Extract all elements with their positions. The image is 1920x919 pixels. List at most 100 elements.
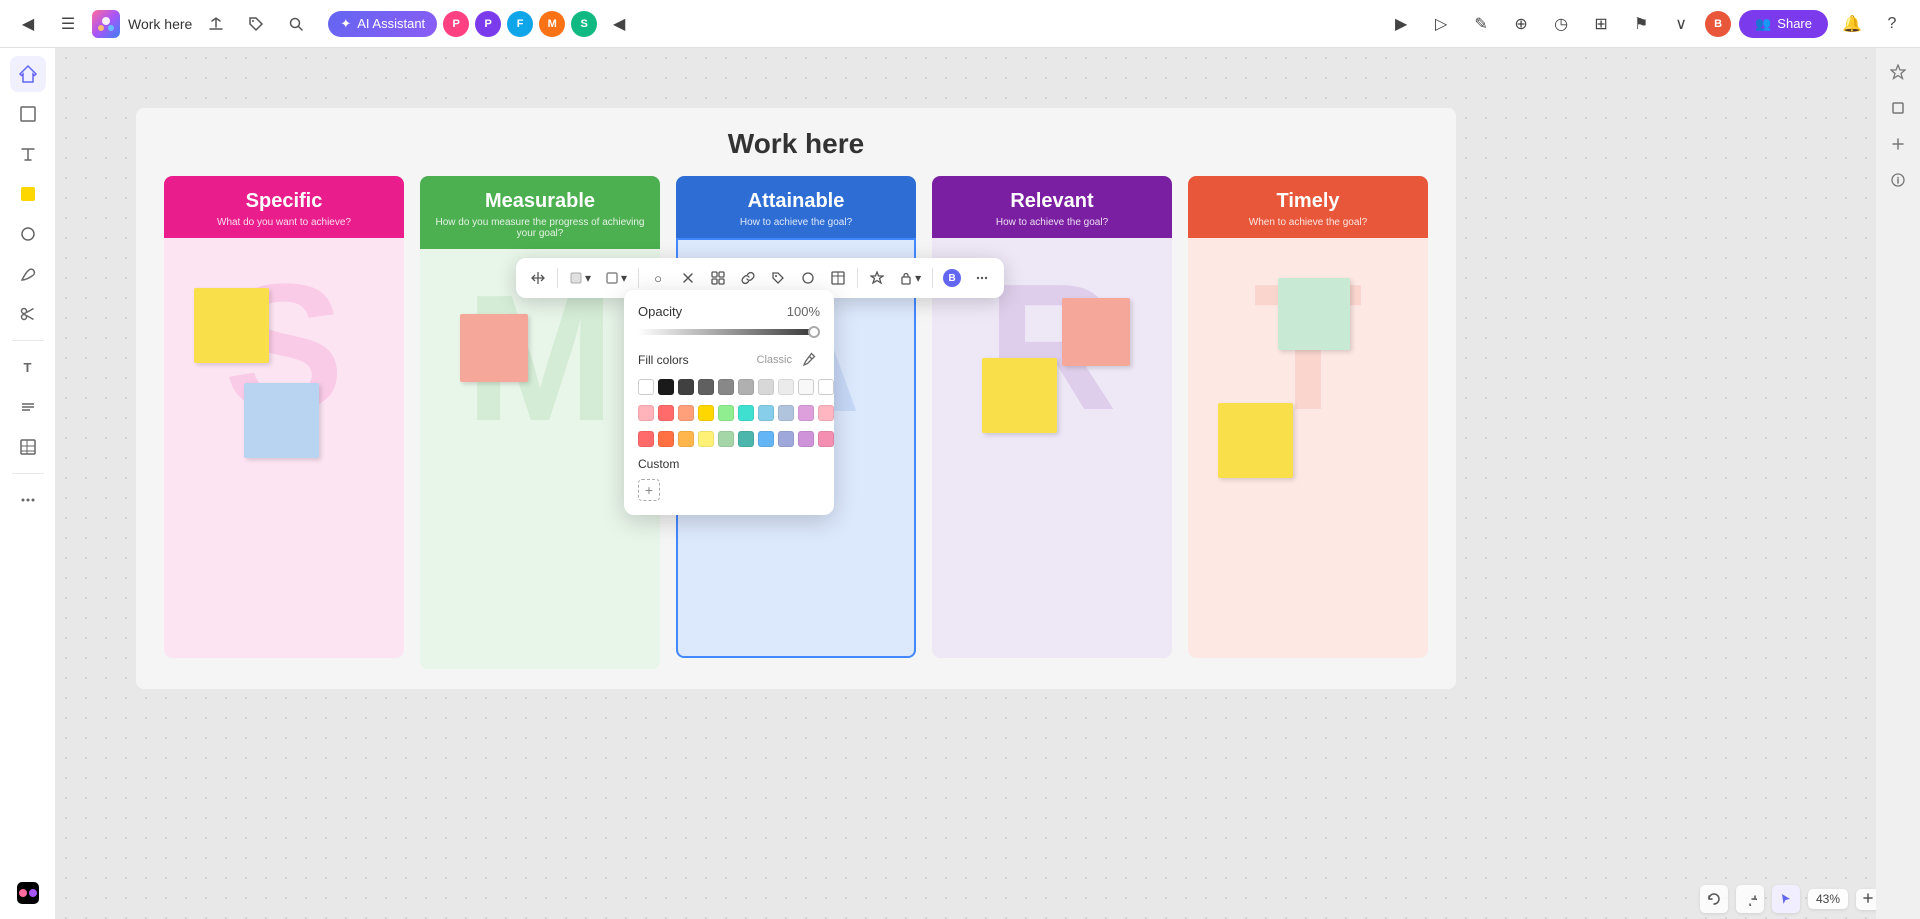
col-body-specific[interactable]: S <box>164 238 404 658</box>
color-swatch[interactable] <box>638 405 654 421</box>
right-icon-info[interactable] <box>1882 164 1914 196</box>
color-swatch[interactable] <box>758 405 774 421</box>
color-swatch[interactable] <box>698 405 714 421</box>
color-swatch[interactable] <box>818 379 834 395</box>
expand-button[interactable]: ▶ <box>1385 8 1417 40</box>
edit-button[interactable]: ✎ <box>1465 8 1497 40</box>
notifications-button[interactable]: 🔔 <box>1836 8 1868 40</box>
sticky-note[interactable] <box>1218 403 1293 478</box>
chevron-down-button[interactable]: ∨ <box>1665 8 1697 40</box>
col-body-timely[interactable]: T <box>1188 238 1428 658</box>
color-swatch[interactable] <box>818 405 834 421</box>
ft-layout-button[interactable] <box>704 264 732 292</box>
ft-link-button[interactable] <box>734 264 762 292</box>
tab-avatar-2[interactable]: P <box>475 11 501 37</box>
ft-effects-button[interactable] <box>863 264 891 292</box>
ft-lock-dropdown[interactable]: ▾ <box>893 268 927 288</box>
color-swatch[interactable] <box>718 405 734 421</box>
sidebar-item-draw[interactable] <box>10 256 46 292</box>
ft-border-dropdown[interactable]: ▾ <box>599 268 633 288</box>
color-swatch[interactable] <box>678 431 694 447</box>
sticky-note[interactable] <box>194 288 269 363</box>
upload-button[interactable] <box>200 8 232 40</box>
color-swatch[interactable] <box>658 431 674 447</box>
zoom-expand-button[interactable] <box>1856 889 1876 910</box>
color-swatch[interactable] <box>678 405 694 421</box>
sticky-note[interactable] <box>1062 298 1130 366</box>
ai-assistant-button[interactable]: ✦ AI Assistant <box>328 11 437 37</box>
color-swatch[interactable] <box>738 405 754 421</box>
ft-circle-button[interactable]: ○ <box>644 264 672 292</box>
sidebar-item-brand[interactable] <box>10 875 46 911</box>
sticky-note[interactable] <box>1278 278 1350 350</box>
back-button[interactable]: ◀ <box>12 8 44 40</box>
color-swatch[interactable] <box>698 379 714 395</box>
tab-avatar-1[interactable]: P <box>443 11 469 37</box>
play-button[interactable]: ▷ <box>1425 8 1457 40</box>
user-avatar[interactable]: B <box>1705 11 1731 37</box>
color-swatch[interactable] <box>658 379 674 395</box>
sidebar-item-scissors[interactable] <box>10 296 46 332</box>
tag-button[interactable] <box>240 8 272 40</box>
color-swatch[interactable] <box>638 431 654 447</box>
ft-avatar-button[interactable]: B <box>938 264 966 292</box>
color-swatch[interactable] <box>818 431 834 447</box>
color-swatch[interactable] <box>738 431 754 447</box>
tab-avatar-3[interactable]: F <box>507 11 533 37</box>
ft-delete-button[interactable] <box>674 264 702 292</box>
color-swatch[interactable] <box>738 379 754 395</box>
color-swatch[interactable] <box>778 405 794 421</box>
color-swatch[interactable] <box>798 405 814 421</box>
right-icon-frame[interactable] <box>1882 92 1914 124</box>
color-swatch[interactable] <box>658 405 674 421</box>
sidebar-item-list[interactable] <box>10 389 46 425</box>
undo-button[interactable] <box>1700 885 1728 913</box>
share-button[interactable]: 👥 Share <box>1739 10 1828 38</box>
add-custom-color-button[interactable]: + <box>638 479 660 501</box>
sidebar-item-table[interactable] <box>10 429 46 465</box>
add-integration-button[interactable]: ⊕ <box>1505 8 1537 40</box>
ft-fill-dropdown[interactable]: ▾ <box>563 268 597 288</box>
right-icon-effects[interactable] <box>1882 56 1914 88</box>
ft-tag-button[interactable] <box>764 264 792 292</box>
color-swatch[interactable] <box>758 431 774 447</box>
color-swatch[interactable] <box>778 379 794 395</box>
collapse-button[interactable]: ◀ <box>603 8 635 40</box>
color-swatch[interactable] <box>798 379 814 395</box>
tab-avatar-4[interactable]: M <box>539 11 565 37</box>
cursor-button[interactable] <box>1772 885 1800 913</box>
sidebar-item-text[interactable] <box>10 136 46 172</box>
sidebar-item-frame[interactable] <box>10 96 46 132</box>
color-swatch[interactable] <box>718 379 734 395</box>
zoom-display[interactable]: 43% <box>1808 889 1848 909</box>
sidebar-item-text2[interactable]: T <box>10 349 46 385</box>
help-button[interactable]: ? <box>1876 8 1908 40</box>
clock-button[interactable]: ◷ <box>1545 8 1577 40</box>
search-button[interactable] <box>280 8 312 40</box>
col-body-relevant[interactable]: R <box>932 238 1172 658</box>
eyedropper-button[interactable] <box>798 349 820 371</box>
opacity-thumb[interactable] <box>808 326 820 338</box>
flag-button[interactable]: ⚑ <box>1625 8 1657 40</box>
color-swatch[interactable] <box>638 379 654 395</box>
layout-button[interactable]: ⊞ <box>1585 8 1617 40</box>
menu-button[interactable]: ☰ <box>52 8 84 40</box>
ft-move-button[interactable] <box>524 264 552 292</box>
sidebar-item-sticky[interactable] <box>10 176 46 212</box>
ft-more-button[interactable] <box>968 264 996 292</box>
tab-avatar-5[interactable]: S <box>571 11 597 37</box>
color-swatch[interactable] <box>798 431 814 447</box>
sticky-note[interactable] <box>982 358 1057 433</box>
color-swatch[interactable] <box>678 379 694 395</box>
color-swatch[interactable] <box>758 379 774 395</box>
sidebar-item-shapes[interactable] <box>10 216 46 252</box>
color-swatch[interactable] <box>778 431 794 447</box>
sidebar-item-home[interactable] <box>10 56 46 92</box>
sticky-note[interactable] <box>244 383 319 458</box>
sidebar-item-more[interactable] <box>10 482 46 518</box>
canvas[interactable]: Work here Specific What do you want to a… <box>56 48 1876 919</box>
sticky-note[interactable] <box>460 314 528 382</box>
ft-table-button[interactable] <box>824 264 852 292</box>
color-swatch[interactable] <box>718 431 734 447</box>
redo-button[interactable] <box>1736 885 1764 913</box>
